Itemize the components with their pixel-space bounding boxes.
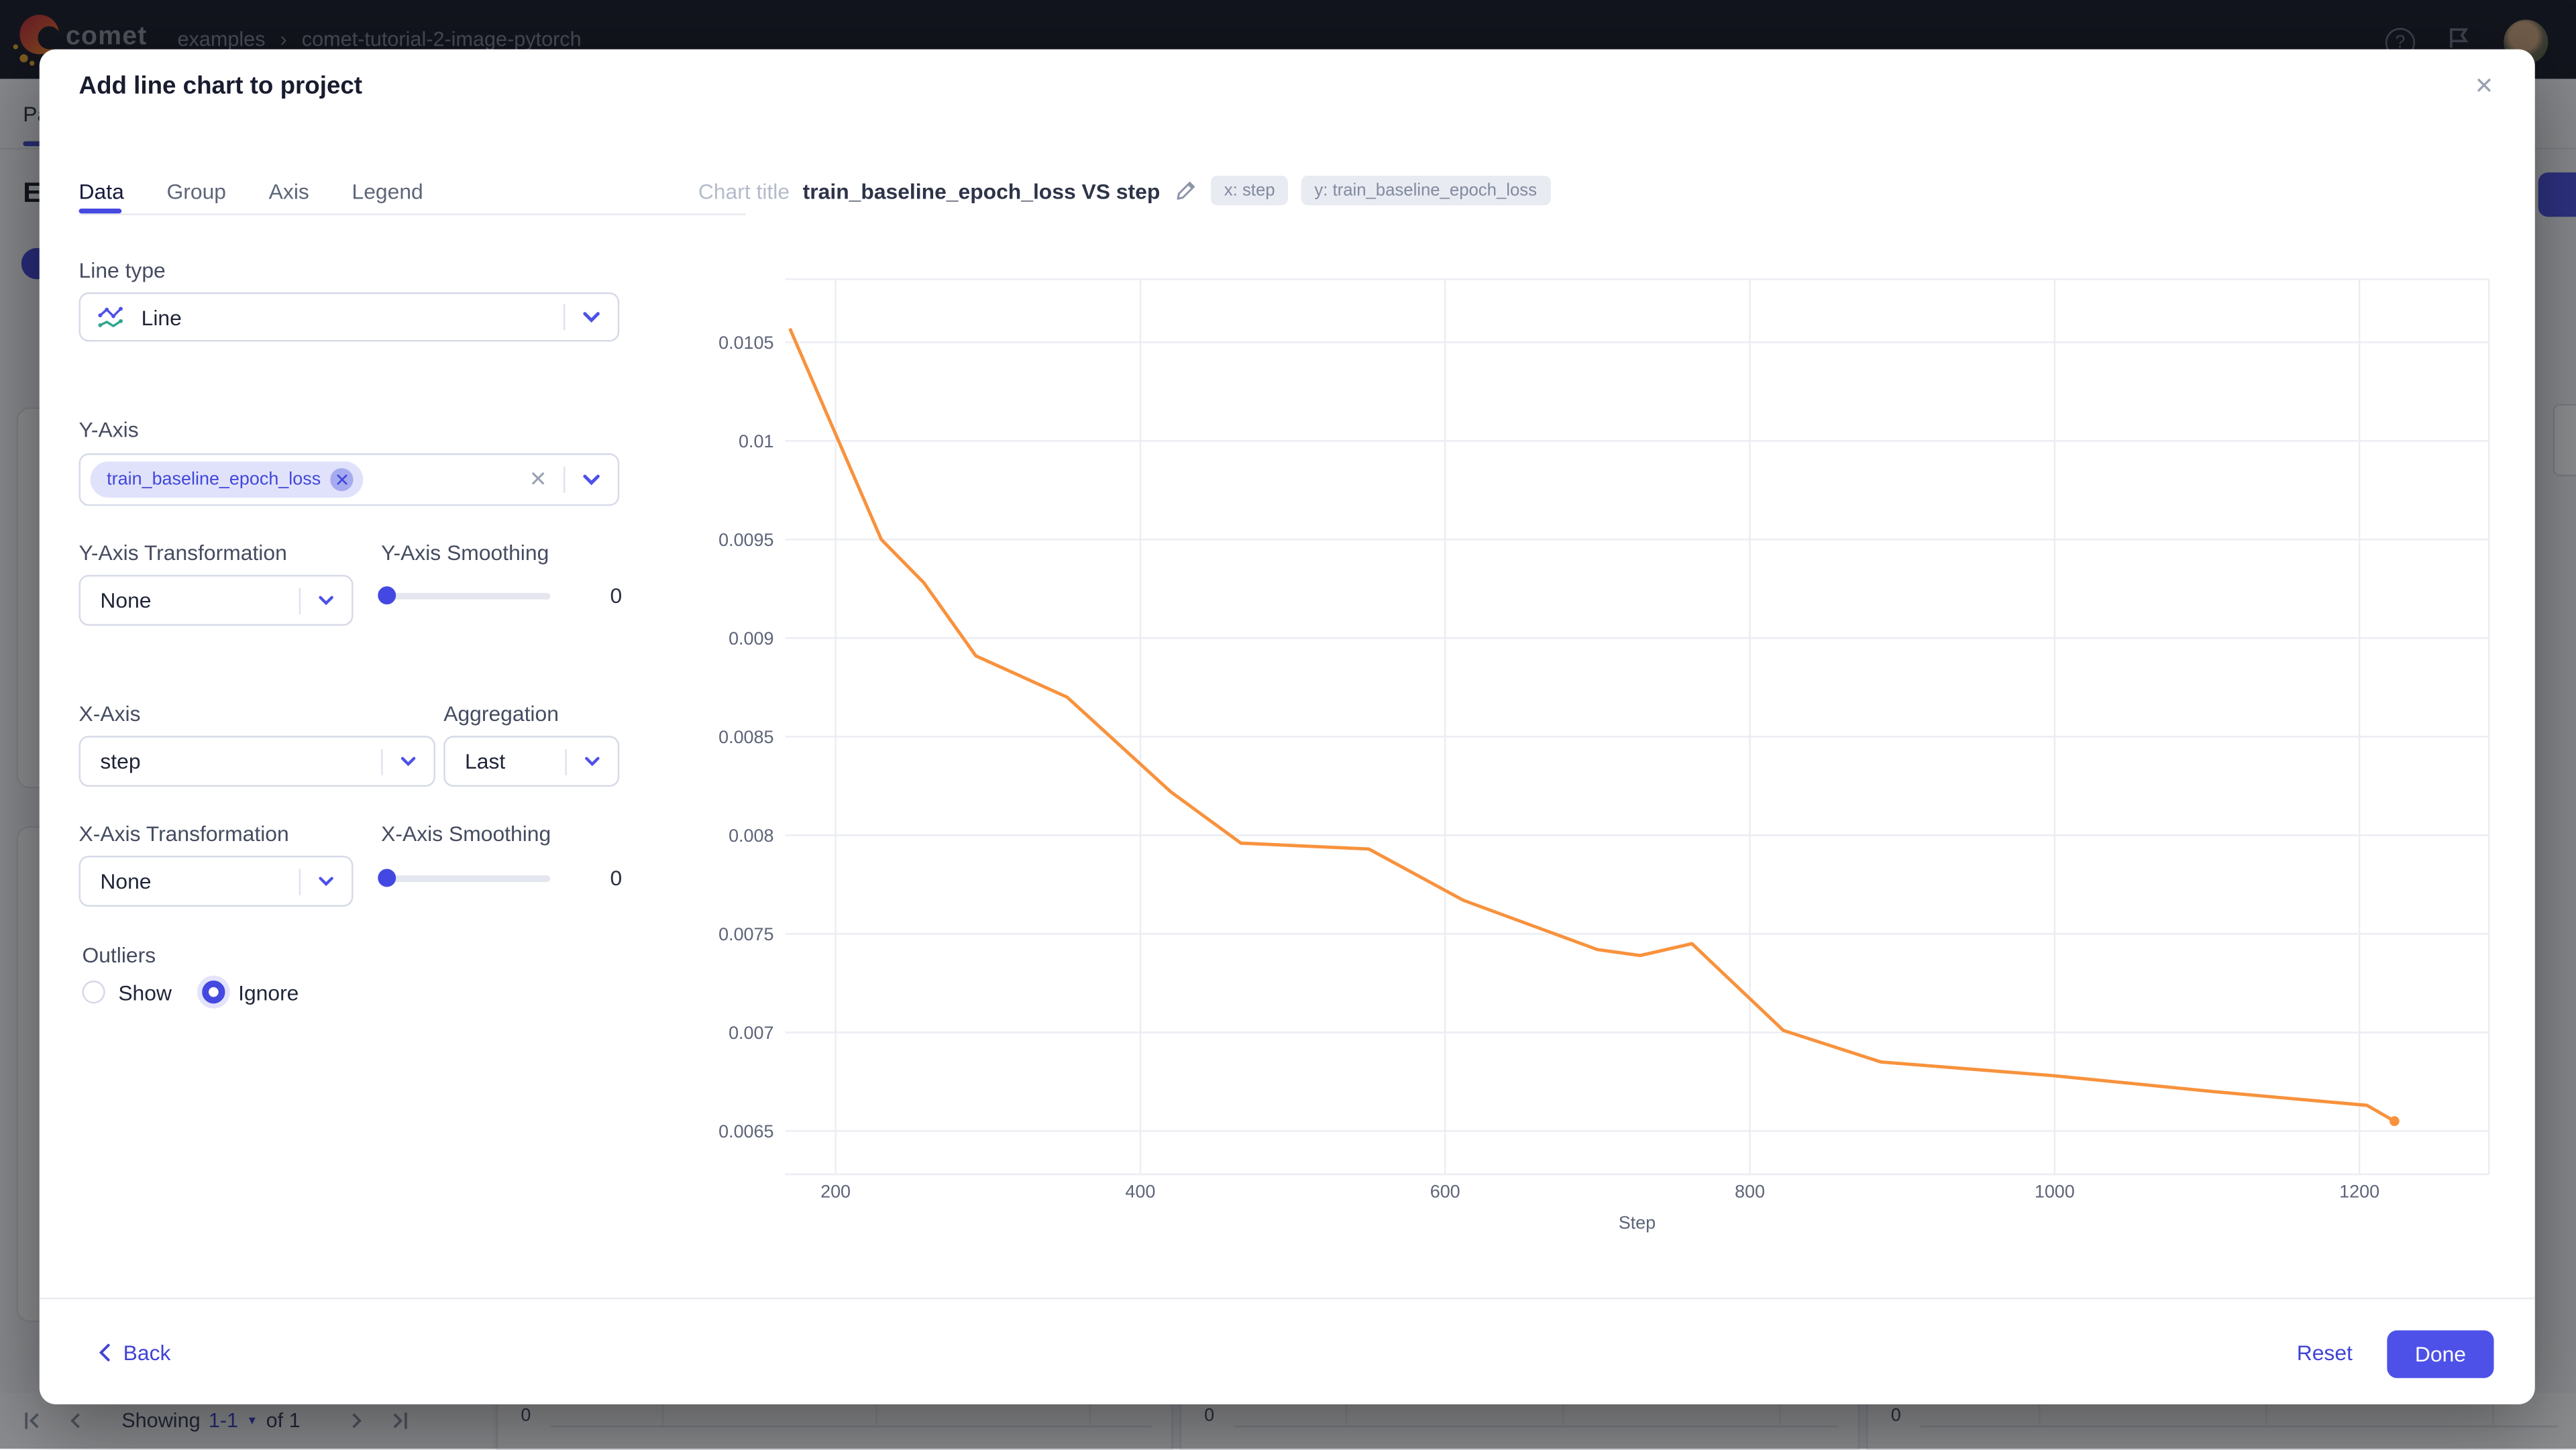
- line-type-value: Line: [142, 304, 564, 329]
- x-smoothing-value: 0: [604, 866, 627, 891]
- chart-title-value: train_baseline_epoch_loss VS step: [803, 178, 1161, 203]
- clear-icon[interactable]: ✕: [529, 467, 547, 493]
- svg-text:0.0085: 0.0085: [718, 727, 773, 747]
- y-transform-label: Y-Axis Transformation: [79, 541, 287, 565]
- modal-tabs: Data Group Axis Legend: [79, 177, 423, 210]
- svg-text:0.009: 0.009: [729, 628, 773, 649]
- svg-text:800: 800: [1735, 1181, 1765, 1201]
- line-chart-icon: [97, 304, 125, 329]
- y-smoothing-label: Y-Axis Smoothing: [381, 541, 549, 565]
- edit-pencil-icon[interactable]: [1175, 179, 1197, 202]
- svg-text:400: 400: [1125, 1181, 1155, 1201]
- tab-data[interactable]: Data: [79, 179, 124, 211]
- chevron-down-icon[interactable]: [583, 756, 601, 767]
- tab-legend[interactable]: Legend: [352, 179, 423, 211]
- svg-text:1000: 1000: [2035, 1181, 2075, 1201]
- x-axis-select[interactable]: step: [79, 736, 435, 787]
- aggregation-value: Last: [465, 749, 565, 774]
- x-transform-label: X-Axis Transformation: [79, 821, 289, 846]
- svg-text:0.01: 0.01: [739, 431, 773, 451]
- loss-line-chart[interactable]: 200 400 600 800 1000 1200 0.0065 0.007 0.0075 0.0…: [698, 276, 2492, 1261]
- y-transform-value: None: [100, 588, 299, 613]
- x-transform-value: None: [100, 869, 299, 894]
- chevron-down-icon[interactable]: [399, 756, 417, 767]
- outliers-ignore-label[interactable]: Ignore: [238, 981, 299, 1005]
- y-smoothing-value: 0: [604, 583, 627, 608]
- y-smoothing-slider[interactable]: [381, 593, 550, 600]
- svg-text:0.0105: 0.0105: [718, 333, 773, 353]
- y-axis-badge: y: train_baseline_epoch_loss: [1301, 176, 1550, 205]
- line-type-select[interactable]: Line: [79, 292, 620, 341]
- x-smoothing-label: X-Axis Smoothing: [381, 821, 551, 846]
- svg-text:0.007: 0.007: [729, 1023, 773, 1043]
- y-transform-select[interactable]: None: [79, 575, 354, 626]
- chevron-down-icon[interactable]: [317, 875, 335, 887]
- chip-remove-icon[interactable]: ✕: [331, 468, 354, 491]
- tab-axis[interactable]: Axis: [269, 179, 309, 211]
- tab-group[interactable]: Group: [166, 179, 226, 211]
- y-axis-chip: train_baseline_epoch_loss ✕: [91, 461, 364, 498]
- x-smoothing-slider-thumb[interactable]: [378, 869, 396, 887]
- outliers-label: Outliers: [82, 943, 156, 968]
- svg-text:Step: Step: [1619, 1213, 1656, 1233]
- y-axis-label: Y-Axis: [79, 417, 139, 442]
- chevron-down-icon[interactable]: [582, 473, 601, 486]
- x-axis-label: X-Axis: [79, 702, 141, 726]
- x-transform-select[interactable]: None: [79, 856, 354, 907]
- add-line-chart-modal: Add line chart to project ✕ Data Group A…: [40, 49, 2535, 1404]
- x-smoothing-slider[interactable]: [381, 875, 550, 882]
- modal-title: Add line chart to project: [79, 72, 362, 101]
- svg-text:0.008: 0.008: [729, 826, 773, 846]
- svg-text:1200: 1200: [2339, 1181, 2379, 1201]
- x-axis-value: step: [100, 749, 381, 774]
- y-axis-select[interactable]: train_baseline_epoch_loss ✕ ✕: [79, 453, 620, 506]
- chevron-down-icon[interactable]: [317, 595, 335, 606]
- chevron-left-icon: [99, 1343, 110, 1361]
- outliers-show-radio[interactable]: [82, 981, 105, 1003]
- svg-text:0.0075: 0.0075: [718, 924, 773, 944]
- line-type-label: Line type: [79, 258, 166, 282]
- aggregation-label: Aggregation: [443, 702, 559, 726]
- y-smoothing-slider-thumb[interactable]: [378, 586, 396, 604]
- chart-header: Chart title train_baseline_epoch_loss VS…: [698, 177, 1550, 203]
- svg-text:0.0065: 0.0065: [718, 1121, 773, 1141]
- screen: comet examples › comet-tutorial-2-image-…: [0, 0, 2576, 1449]
- x-axis-badge: x: step: [1211, 176, 1288, 205]
- chevron-down-icon[interactable]: [582, 311, 601, 324]
- aggregation-select[interactable]: Last: [443, 736, 619, 787]
- chart-title-label: Chart title: [698, 178, 790, 203]
- close-icon[interactable]: ✕: [2467, 69, 2500, 102]
- active-tab-underline: [79, 209, 122, 213]
- svg-text:0.0095: 0.0095: [718, 530, 773, 550]
- back-button[interactable]: Back: [99, 1340, 171, 1365]
- svg-text:200: 200: [820, 1181, 851, 1201]
- outliers-ignore-radio[interactable]: [202, 981, 225, 1003]
- done-button[interactable]: Done: [2387, 1331, 2493, 1378]
- outliers-show-label[interactable]: Show: [118, 981, 172, 1005]
- svg-text:600: 600: [1430, 1181, 1460, 1201]
- reset-button[interactable]: Reset: [2267, 1340, 2382, 1365]
